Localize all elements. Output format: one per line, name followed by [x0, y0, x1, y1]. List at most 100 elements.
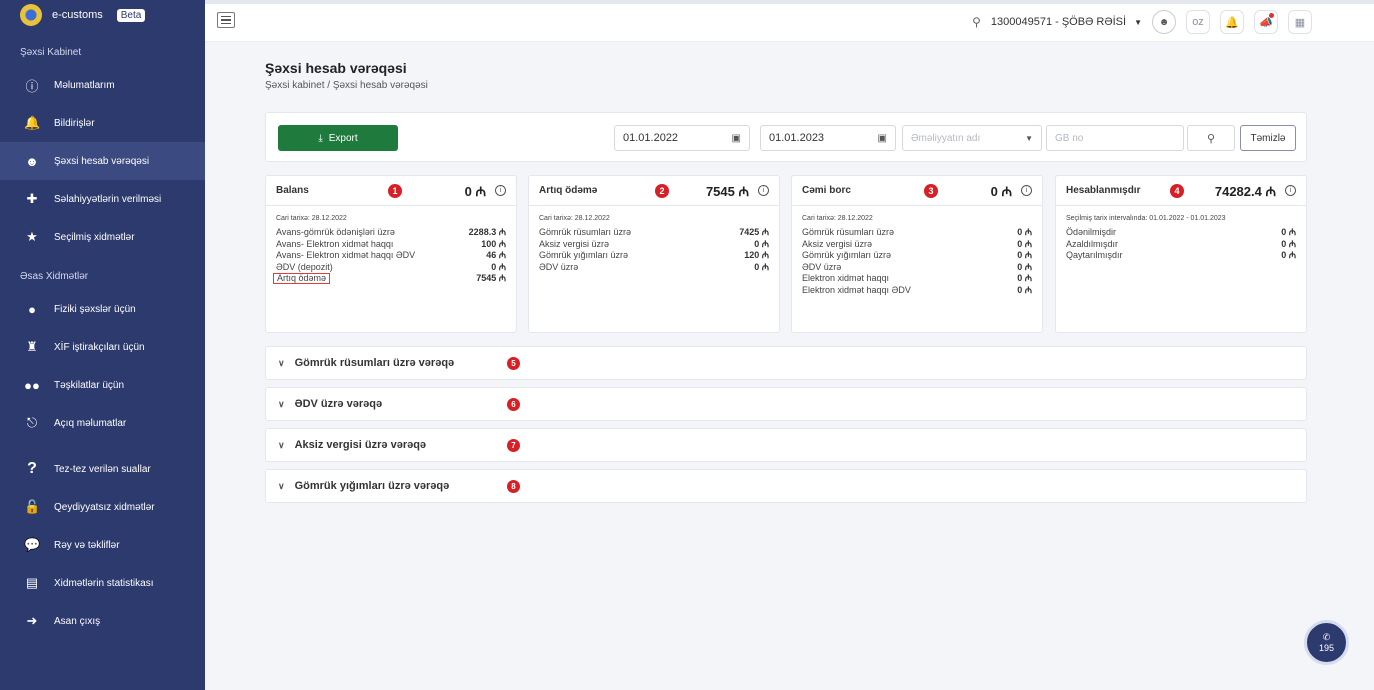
sidebar-section-main: Əsas Xidmətlər — [20, 270, 89, 282]
sidebar-item-fea-participants[interactable]: ♜ XİF iştirakçıları üçün — [0, 328, 205, 366]
calculated-card: Hesablanmışdır 4 74282.4 ₼ i Seçilmiş ta… — [1055, 175, 1307, 333]
calendar-icon[interactable]: ▣ — [732, 133, 741, 144]
search-button[interactable]: ⚲ — [1187, 125, 1235, 151]
info-icon[interactable]: i — [495, 185, 506, 196]
total-debt-card: Cəmi borc 3 0 ₼ i Cari tarixə: 28.12.202… — [791, 175, 1043, 333]
sidebar-item-statistics[interactable]: ▤ Xidmətlərin statistikası — [0, 564, 205, 602]
chevron-down-icon: ∨ — [278, 398, 285, 409]
sidebar-item-favorites[interactable]: ★ Seçilmiş xidmətlər — [0, 218, 205, 256]
user-role-label: 1300049571 - ŞÖBƏ RƏİSİ — [990, 16, 1127, 28]
page-title: Şəxsi hesab vərəqəsi — [265, 60, 407, 76]
card-row-highlighted: Artıq ödəmə 7545 ₼ — [266, 273, 516, 285]
card-total: 0 ₼ — [990, 183, 1012, 199]
topbar: ⚲ 1300049571 - ŞÖBƏ RƏİSİ ▼ ☻ oz 🔔 📣 ▦ — [205, 0, 1374, 42]
sidebar-item-notifications[interactable]: 🔔 Bildirişlər — [0, 104, 205, 142]
info-icon[interactable]: i — [1285, 185, 1296, 196]
sidebar-item-permissions[interactable]: ✚ Səlahiyyətlərin verilməsi — [0, 180, 205, 218]
card-date: Seçilmiş tarix intervalında: 01.01.2022 … — [1066, 215, 1226, 222]
chat-icon: 💬 — [24, 537, 41, 552]
sidebar-item-label: Rəy və təkliflər — [54, 539, 120, 551]
chevron-down-icon: ∨ — [278, 480, 285, 491]
menu-toggle-icon[interactable] — [217, 12, 235, 28]
card-date: Cari tarixə: 28.12.2022 — [276, 215, 347, 222]
export-button[interactable]: ⤓ Export — [278, 125, 398, 151]
sidebar-item-label: XİF iştirakçıları üçün — [54, 341, 145, 353]
sidebar-item-unregistered-services[interactable]: 🔓 Qeydiyyatsız xidmətlər — [0, 488, 205, 526]
sidebar-item-open-data[interactable]: ⎋ Açıq məlumatlar — [0, 404, 205, 442]
brand[interactable]: e-customs Beta — [0, 0, 205, 30]
date-from-value: 01.01.2022 — [623, 132, 679, 144]
call-center-button[interactable]: ✆ 195 — [1304, 620, 1349, 665]
sidebar-item-label: Məlumatlarım — [54, 79, 115, 91]
question-icon: ? — [27, 460, 37, 477]
card-row: Gömrük rüsumları üzrə 7425 ₼ — [539, 227, 769, 237]
accordion-customs-duties[interactable]: ∨ Gömrük rüsumları üzrə vərəqə 5 — [265, 346, 1307, 380]
announcement-icon[interactable]: 📣 — [1254, 10, 1278, 34]
card-total: 7545 ₼ — [705, 183, 749, 199]
operation-placeholder: Əməliyyatın adı — [911, 132, 981, 144]
star-icon: ★ — [26, 229, 38, 244]
info-icon[interactable]: i — [1021, 185, 1032, 196]
operation-select[interactable]: Əməliyyatın adı ▼ — [902, 125, 1042, 151]
sidebar-item-faq[interactable]: ? Tez-tez verilən suallar — [0, 450, 205, 488]
sidebar-item-label: Təşkilatlar üçün — [54, 379, 125, 391]
sidebar-item-label: Şəxsi hesab vərəqəsi — [54, 155, 150, 167]
card-row: Aksiz vergisi üzrə 0 ₼ — [802, 238, 1032, 249]
card-title: Balans — [276, 185, 309, 196]
user-role-select[interactable]: 1300049571 - ŞÖBƏ RƏİSİ ▼ — [991, 16, 1142, 28]
beta-badge: Beta — [116, 8, 146, 22]
group-icon: ●● — [24, 377, 40, 393]
clear-button[interactable]: Təmizlə — [1240, 125, 1296, 151]
network-icon: ⎋ — [26, 415, 38, 430]
accordion-vat[interactable]: ∨ ƏDV üzrə vərəqə 6 — [265, 387, 1307, 421]
sidebar-item-logout[interactable]: ➜ Asan çıxış — [0, 602, 205, 640]
breadcrumb: Şəxsi kabinet / Şəxsi hesab vərəqəsi — [265, 80, 428, 91]
user-plus-icon: ✚ — [26, 191, 38, 206]
date-to-input[interactable]: 01.01.2023 ▣ — [760, 125, 896, 151]
page-header: Şəxsi hesab vərəqəsi Şəxsi kabinet / Şəx… — [265, 60, 1307, 91]
sidebar-item-label: Fiziki şəxslər üçün — [54, 303, 136, 315]
chevron-down-icon: ∨ — [278, 357, 285, 368]
accordion-excise[interactable]: ∨ Aksiz vergisi üzrə vərəqə 7 — [265, 428, 1307, 462]
gb-number-input[interactable]: GB no — [1046, 125, 1184, 151]
sidebar-item-organizations[interactable]: ●● Təşkilatlar üçün — [0, 366, 205, 404]
card-row: Gömrük rüsumları üzrə 0 ₼ — [802, 227, 1032, 237]
user-circle-icon: ☻ — [25, 153, 39, 169]
sidebar-item-account-sheet[interactable]: ☻ Şəxsi hesab vərəqəsi — [0, 142, 205, 180]
card-row: Elektron xidmət haqqı ƏDV 0 ₼ — [802, 284, 1032, 295]
card-number-badge: 3 — [924, 183, 938, 198]
profile-icon[interactable]: ☻ — [1152, 10, 1176, 34]
date-from-input[interactable]: 01.01.2022 ▣ — [614, 125, 750, 151]
person-icon: ● — [28, 301, 36, 317]
sidebar-item-individuals[interactable]: ● Fiziki şəxslər üçün — [0, 290, 205, 328]
gb-placeholder: GB no — [1055, 132, 1084, 144]
card-row: Ödənilmişdir 0 ₼ — [1066, 227, 1296, 237]
overpayment-card: Artıq ödəmə 2 7545 ₼ i Cari tarixə: 28.1… — [528, 175, 780, 333]
calendar-icon[interactable]: ▣ — [878, 133, 887, 144]
card-total: 0 ₼ — [464, 183, 486, 199]
sidebar-item-label: Açıq məlumatlar — [54, 417, 127, 429]
caret-down-icon: ▼ — [1025, 133, 1033, 143]
info-icon[interactable]: i — [758, 185, 769, 196]
accordion-number-badge: 8 — [507, 479, 520, 493]
search-icon: ⚲ — [1206, 132, 1216, 145]
card-number-badge: 1 — [388, 183, 402, 198]
download-icon: ⤓ — [318, 132, 323, 144]
card-title: Hesablanmışdır — [1066, 185, 1141, 196]
brand-name: e-customs — [52, 9, 103, 21]
notification-bell-icon[interactable]: 🔔 — [1220, 10, 1244, 34]
accordion-label: Gömrük yığımları üzrə vərəqə — [294, 480, 450, 492]
call-center-number: 195 — [1318, 643, 1335, 653]
card-row: Aksiz vergisi üzrə 0 ₼ — [539, 238, 769, 249]
sidebar-section-personal: Şəxsi Kabinet — [20, 46, 82, 58]
sidebar-item-info[interactable]: ⓘ Məlumatlarım — [0, 66, 205, 104]
accordion-customs-fees[interactable]: ∨ Gömrük yığımları üzrə vərəqə 8 — [265, 469, 1307, 503]
sidebar-item-label: Səlahiyyətlərin verilməsi — [54, 193, 162, 205]
apps-grid-icon[interactable]: ▦ — [1288, 10, 1312, 34]
accordion-label: Aksiz vergisi üzrə vərəqə — [294, 439, 427, 451]
sidebar-item-feedback[interactable]: 💬 Rəy və təkliflər — [0, 526, 205, 564]
card-number-badge: 4 — [1170, 183, 1184, 198]
card-title: Artıq ödəmə — [539, 185, 598, 196]
language-button[interactable]: oz — [1186, 10, 1210, 34]
sidebar-item-label: Seçilmiş xidmətlər — [54, 231, 135, 243]
